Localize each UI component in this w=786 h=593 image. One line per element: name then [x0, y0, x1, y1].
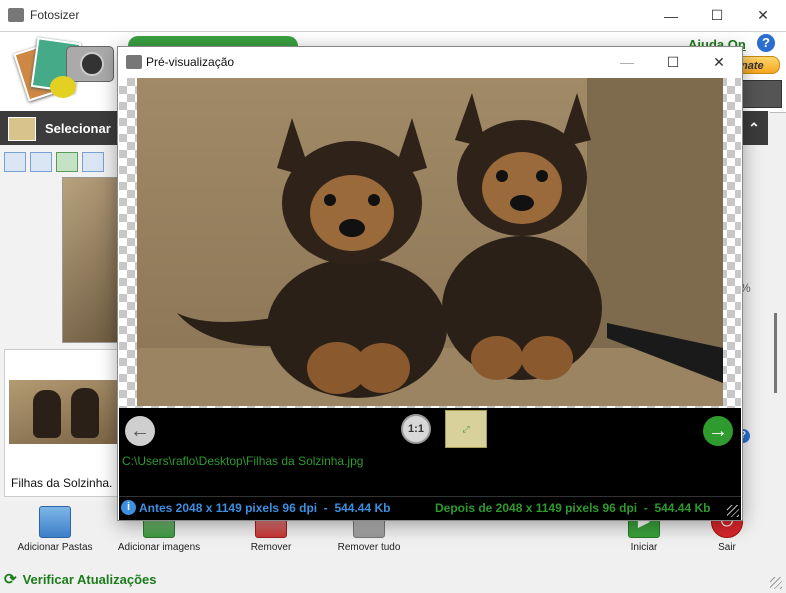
file-path: C:\Users\raflo\Desktop\Filhas da Solzinh…: [122, 454, 364, 468]
app-title: Fotosizer: [30, 8, 80, 22]
add-folders-label: Adicionar Pastas: [17, 542, 93, 553]
preview-dialog: Pré-visualização — ☐ ✕ ← 1:1 ⤢ → C:\User…: [117, 46, 743, 521]
preview-controls: ← 1:1 ⤢ → C:\Users\raflo\Desktop\Filhas …: [119, 408, 741, 496]
view-mode-toolbar: [0, 148, 124, 174]
donate-label: nate: [741, 60, 764, 72]
header-dark-box: [740, 80, 782, 108]
dialog-resize-grip-icon[interactable]: [727, 505, 739, 517]
add-folders-button[interactable]: Adicionar Pastas: [0, 506, 110, 553]
preview-close-button[interactable]: ✕: [696, 47, 742, 77]
preview-photo: [137, 78, 723, 406]
add-images-label: Adicionar imagens: [117, 542, 201, 553]
remove-all-label: Remover tudo: [337, 542, 401, 553]
select-header: Selecionar: [0, 111, 120, 145]
large-preview-thumb: [62, 177, 120, 343]
collapse-panel-button[interactable]: ⌃: [740, 111, 768, 145]
zoom-actual-size-button[interactable]: 1:1: [401, 414, 431, 444]
preview-image-area: [119, 78, 741, 408]
next-arrow-button[interactable]: →: [703, 416, 733, 446]
thumbnails-view-icon[interactable]: [56, 152, 78, 172]
list-view-icon[interactable]: [82, 152, 104, 172]
images-icon: [8, 117, 36, 141]
logo-image: [13, 36, 114, 106]
details-view-icon[interactable]: [4, 152, 26, 172]
settings-panel-edge: % ?: [736, 111, 777, 501]
add-folder-icon: [39, 506, 71, 538]
thumbnail-card[interactable]: Filhas da Solzinha.: [4, 349, 120, 497]
image-list-panel: Filhas da Solzinha.: [0, 111, 121, 501]
thumbnail-image: [9, 380, 117, 444]
select-header-label: Selecionar: [45, 121, 111, 136]
maximize-button[interactable]: ☐: [694, 0, 740, 31]
previous-arrow-button[interactable]: ←: [125, 416, 155, 446]
preview-titlebar: Pré-visualização — ☐ ✕: [118, 47, 742, 77]
vertical-scrollbar[interactable]: [774, 313, 777, 393]
after-info: Depois de 2048 x 1149 pixels 96 dpi - 54…: [435, 501, 711, 515]
preview-maximize-button[interactable]: ☐: [650, 47, 696, 77]
preview-camera-icon: [126, 55, 142, 69]
puppies-photo: [137, 78, 723, 406]
before-info: Antes 2048 x 1149 pixels 96 dpi - 544.44…: [139, 501, 391, 515]
resize-grip-icon[interactable]: [770, 577, 782, 589]
refresh-icon: ⟳: [4, 571, 17, 588]
preview-status-bar: i Antes 2048 x 1149 pixels 96 dpi - 544.…: [119, 496, 741, 520]
info-icon: i: [121, 500, 136, 515]
thumbnail-caption: Filhas da Solzinha.: [11, 476, 113, 490]
exit-label: Sair: [718, 542, 736, 553]
remove-label: Remover: [250, 542, 292, 553]
check-updates-link[interactable]: ⟳ Verificar Atualizações: [4, 570, 157, 588]
zoom-actual-size-label: 1:1: [408, 423, 424, 435]
app-camera-icon: [8, 8, 24, 22]
fit-to-window-icon[interactable]: ⤢: [445, 410, 487, 448]
check-updates-label: Verificar Atualizações: [22, 571, 157, 587]
minimize-button[interactable]: —: [648, 0, 694, 31]
preview-title: Pré-visualização: [146, 55, 235, 69]
tiles-view-icon[interactable]: [30, 152, 52, 172]
help-icon[interactable]: ?: [757, 34, 775, 52]
close-button[interactable]: ✕: [740, 0, 786, 31]
main-titlebar: Fotosizer — ☐ ✕: [0, 0, 786, 31]
preview-minimize-button[interactable]: —: [604, 47, 650, 77]
